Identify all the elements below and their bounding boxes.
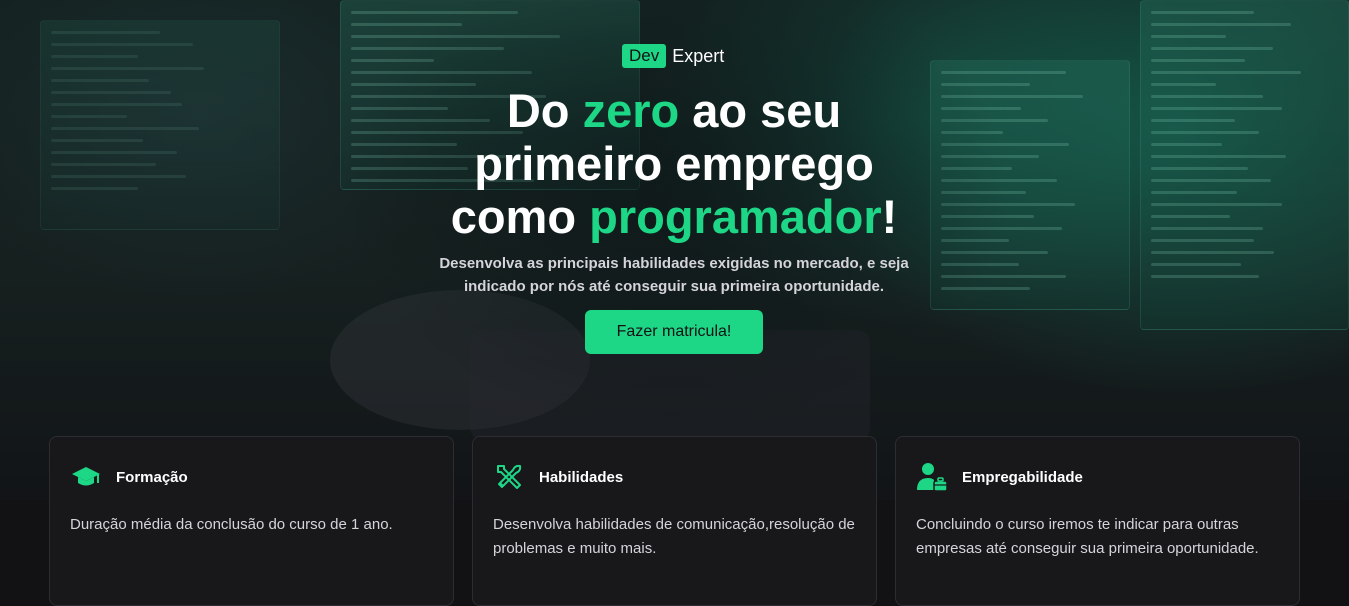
headline-text: primeiro emprego	[474, 137, 874, 190]
hero-background	[0, 0, 1349, 500]
feature-title: Habilidades	[539, 468, 624, 486]
logo-text: Expert	[672, 46, 725, 66]
tools-icon	[493, 461, 525, 493]
headline-accent: programador	[589, 190, 882, 243]
feature-title: Formação	[116, 468, 188, 486]
headline-text: !	[881, 190, 898, 243]
feature-text: Concluindo o curso iremos te indicar par…	[916, 516, 1259, 557]
graduation-cap-icon	[70, 461, 102, 493]
headline-text: ao seu	[679, 84, 842, 137]
user-briefcase-icon	[916, 461, 948, 493]
logo-badge: Dev	[622, 44, 667, 68]
hero-headline: Do zero ao seu primeiro emprego como pro…	[374, 84, 974, 243]
headline-text: Do	[506, 84, 583, 137]
feature-title: Empregabilidade	[962, 468, 1083, 486]
hero-overlay	[0, 0, 1349, 500]
feature-text: Desenvolva habilidades de comunicação,re…	[493, 516, 855, 557]
headline-accent: zero	[582, 84, 680, 137]
hero-subtitle: Desenvolva as principais habilidades exi…	[439, 255, 909, 295]
feature-text: Duração média da conclusão do curso de 1…	[70, 516, 393, 533]
headline-text: como	[450, 190, 590, 243]
enroll-button[interactable]: Fazer matricula!	[585, 310, 763, 354]
logo[interactable]: Dev Expert	[622, 44, 724, 68]
